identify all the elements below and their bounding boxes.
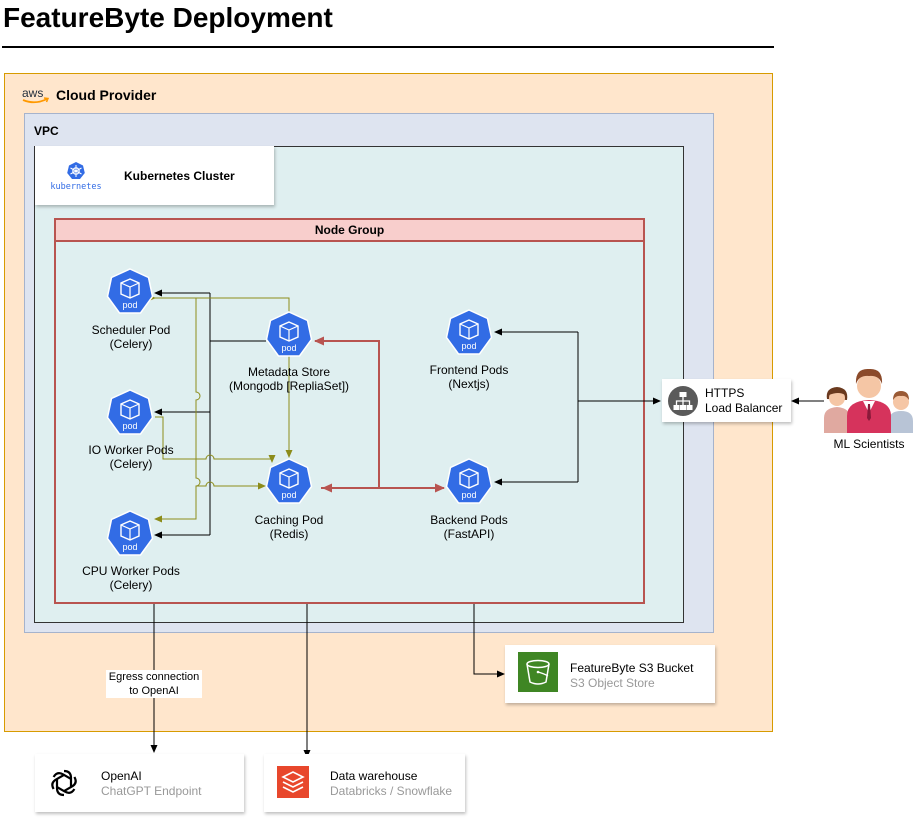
data-warehouse-title: Data warehouse (330, 769, 418, 783)
openai-subtitle: ChatGPT Endpoint (101, 784, 202, 798)
load-balancer-label: HTTPS Load Balancer (705, 386, 783, 415)
cpu-worker-pod-icon: pod (106, 510, 154, 558)
pod-badge: pod (461, 341, 476, 351)
pod-badge: pod (281, 490, 296, 500)
s3-bucket-subtitle: S3 Object Store (570, 676, 655, 690)
ml-scientists-icon (823, 366, 915, 433)
data-warehouse-subtitle: Databricks / Snowflake (330, 784, 453, 798)
io-worker-pod-label: IO Worker Pods (Celery) (88, 443, 174, 471)
openai-logo-icon (47, 766, 81, 800)
pod-badge: pod (122, 421, 137, 431)
s3-bucket-title: FeatureByte S3 Bucket (570, 661, 694, 675)
pod-badge: pod (122, 542, 137, 552)
openai-title: OpenAI (101, 769, 142, 783)
load-balancer-icon (667, 385, 699, 417)
backend-pod-label: Backend Pods (FastAPI) (430, 513, 508, 541)
metadata-store-label: Metadata Store (Mongodb [RepliaSet]) (228, 365, 350, 393)
egress-connection-label: Egress connection to OpenAI (106, 670, 202, 698)
metadata-to-workers-connector (154, 289, 266, 539)
caching-pod-icon: pod (265, 458, 313, 506)
scheduler-pod-label: Scheduler Pod (Celery) (91, 323, 171, 351)
cpu-worker-pod-label: CPU Worker Pods (Celery) (82, 564, 180, 592)
caching-backend-metadata-connector (314, 336, 445, 493)
io-worker-pod-icon: pod (106, 389, 154, 437)
s3-bucket-icon (518, 652, 558, 692)
pod-badge: pod (122, 300, 137, 310)
frontend-pod-icon: pod (445, 309, 493, 357)
data-warehouse-icon (277, 766, 309, 798)
ml-scientists-label: ML Scientists (833, 437, 905, 451)
metadata-store-pod-icon: pod (265, 311, 313, 359)
pod-badge: pod (461, 490, 476, 500)
pod-badge: pod (281, 343, 296, 353)
caching-pod-label: Caching Pod (Redis) (254, 513, 324, 541)
scheduler-pod-icon: pod (106, 268, 154, 316)
egress-connectors (150, 604, 505, 758)
frontend-pod-label: Frontend Pods (Nextjs) (429, 363, 509, 391)
backend-pod-icon: pod (445, 458, 493, 506)
